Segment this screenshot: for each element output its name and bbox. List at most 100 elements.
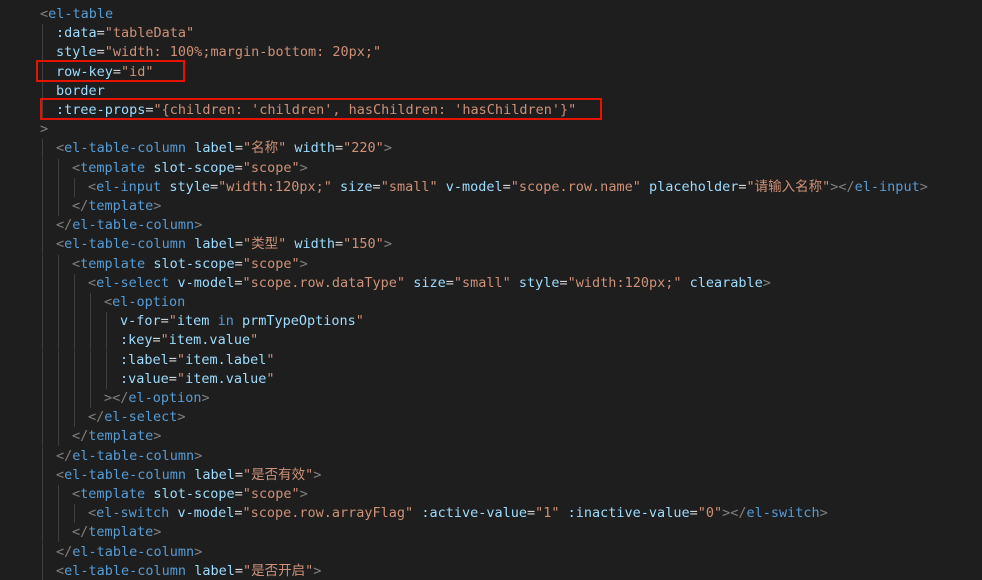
code-token: "id" <box>121 63 154 80</box>
code-line[interactable]: </template> <box>72 197 161 216</box>
code-line[interactable]: </template> <box>72 427 161 446</box>
code-token: " <box>266 370 275 387</box>
indent-guide <box>42 523 43 543</box>
code-token: "scope.row.arrayFlag" <box>242 505 414 522</box>
code-editor[interactable]: <el-table:data="tableData" style="width: … <box>0 0 982 580</box>
code-line[interactable]: :tree-props="{children: 'children', hasC… <box>56 101 576 120</box>
code-token: el-switch <box>746 505 820 522</box>
code-token: < <box>88 274 97 291</box>
code-line[interactable]: <el-select v-model="scope.row.dataType" … <box>88 274 771 293</box>
code-line[interactable]: <el-option <box>104 293 185 312</box>
code-token: " <box>176 351 186 368</box>
indent-guide <box>42 81 43 101</box>
code-token: = <box>234 140 243 157</box>
code-token: "请输入名称" <box>746 178 831 195</box>
code-line[interactable]: <el-switch v-model="scope.row.arrayFlag"… <box>88 504 828 523</box>
code-token: "{children: <box>153 102 252 118</box>
code-line[interactable]: :value="item.value" <box>120 370 274 389</box>
code-token: = <box>96 25 105 42</box>
code-line[interactable]: border <box>56 82 105 101</box>
code-token: el-select <box>104 409 178 426</box>
indent-guide <box>74 293 75 312</box>
code-token: :label <box>120 351 169 368</box>
indent-guide <box>58 293 59 312</box>
code-line[interactable]: row-key="id" <box>56 63 154 82</box>
code-token: style <box>518 274 560 291</box>
code-token: v-model <box>177 274 235 291</box>
code-token: </ <box>56 217 73 234</box>
indent-guide <box>74 312 75 332</box>
code-token: "width:120px;" <box>218 178 332 195</box>
code-token: el-table-column <box>72 217 195 234</box>
code-token: prmTypeOptions <box>241 313 356 330</box>
code-token: label <box>194 140 235 157</box>
code-line[interactable]: v-for="item in prmTypeOptions" <box>120 312 364 331</box>
code-token: border <box>56 82 105 99</box>
code-token: > <box>919 178 928 195</box>
code-token: 'children' <box>251 102 333 118</box>
indent-guide <box>90 312 91 332</box>
code-line[interactable]: <template slot-scope="scope"> <box>72 159 308 178</box>
indent-guide <box>90 331 91 351</box>
code-token: "1" <box>535 505 560 522</box>
code-line[interactable]: <el-input style="width:120px;" size="sma… <box>88 178 928 197</box>
code-token: > <box>299 486 308 502</box>
code-line[interactable]: :data="tableData" <box>56 24 194 43</box>
code-line[interactable]: </el-table-column> <box>56 543 202 562</box>
code-line[interactable]: </el-table-column> <box>56 447 202 466</box>
code-token: " <box>160 332 169 349</box>
indent-guide <box>42 197 43 216</box>
indent-guide <box>106 369 107 389</box>
code-line[interactable]: <el-table-column label="名称" width="220"> <box>56 139 392 158</box>
code-line[interactable]: :key="item.value" <box>120 331 258 350</box>
code-line[interactable]: <el-table-column label="是否开启"> <box>56 562 321 580</box>
code-token: = <box>96 44 105 61</box>
indent-guide <box>90 293 91 312</box>
code-token: label <box>194 236 235 253</box>
code-token: = <box>335 236 344 253</box>
code-token: :data <box>56 25 97 42</box>
code-token: style <box>56 44 97 61</box>
indent-guide <box>90 389 91 408</box>
code-line[interactable]: > <box>40 120 48 139</box>
code-line[interactable]: ></el-option> <box>104 389 210 408</box>
code-line[interactable]: <el-table <box>40 5 113 24</box>
indent-guide <box>74 273 75 293</box>
code-line[interactable]: <el-table-column label="是否有效"> <box>56 466 321 485</box>
code-line[interactable]: style="width: 100%;margin-bottom: 20px;" <box>56 43 381 62</box>
code-token: = <box>168 370 177 387</box>
code-token: "scope.row.name" <box>510 178 641 195</box>
indent-guide <box>90 350 91 370</box>
code-line[interactable]: </el-select> <box>88 408 186 427</box>
code-line[interactable]: :label="item.label" <box>120 351 274 370</box>
code-token: = <box>234 236 243 253</box>
code-token: clearable <box>689 274 763 291</box>
code-token: > <box>762 274 771 291</box>
indent-guide <box>42 408 43 428</box>
code-token: > <box>194 447 203 464</box>
code-token: "scope" <box>242 159 300 176</box>
indent-guide <box>42 561 43 580</box>
indent-guide <box>42 139 43 159</box>
code-token: = <box>335 140 344 157</box>
code-token: in <box>217 313 234 330</box>
code-token: el-table <box>48 6 114 22</box>
code-line[interactable]: </template> <box>72 523 161 542</box>
indent-guide <box>58 158 59 178</box>
code-token: "150" <box>343 236 384 253</box>
code-token: = <box>689 505 698 522</box>
indent-guide <box>42 369 43 389</box>
code-line[interactable]: </el-table-column> <box>56 216 202 235</box>
code-token: v-model <box>177 505 235 522</box>
code-token: item.label <box>185 351 267 368</box>
code-line[interactable]: <el-table-column label="类型" width="150"> <box>56 235 392 254</box>
code-line[interactable]: <template slot-scope="scope"> <box>72 485 308 504</box>
code-token: item <box>176 313 210 330</box>
indent-guide <box>42 177 43 197</box>
code-line[interactable]: <template slot-scope="scope"> <box>72 255 308 274</box>
code-token: el-table-column <box>72 543 195 560</box>
